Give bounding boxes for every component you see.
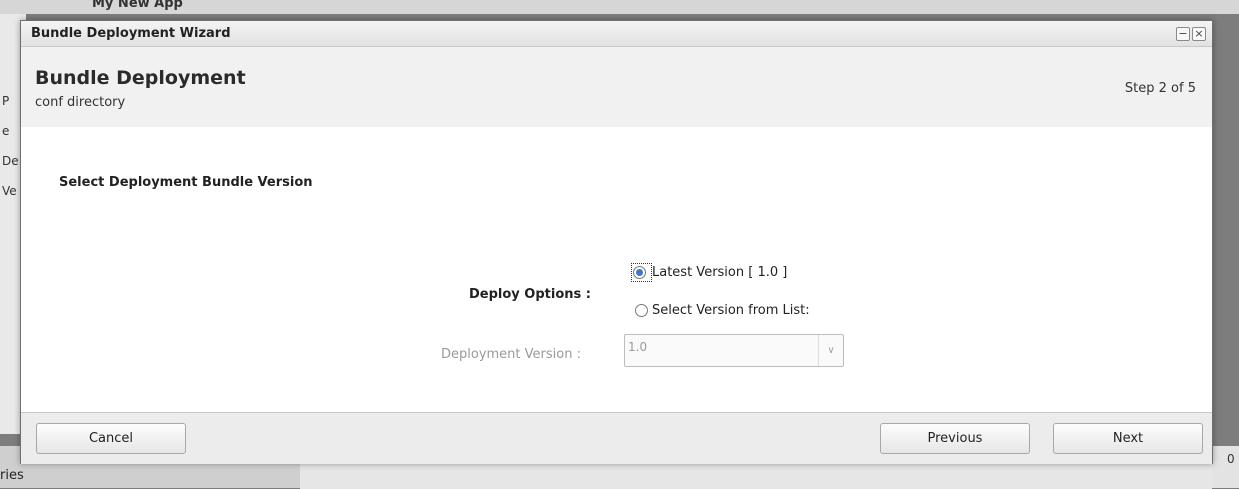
close-icon[interactable]: × [1192, 27, 1206, 41]
deployment-version-label: Deployment Version : [441, 347, 581, 362]
background-right-panel [1212, 446, 1239, 488]
wizard-footer: Cancel Previous Next [21, 412, 1212, 464]
bundle-deployment-wizard-dialog: Bundle Deployment Wizard − × Bundle Depl… [20, 20, 1213, 464]
radio-select-from-list[interactable]: Select Version from List: [635, 303, 810, 318]
background-left-item: De [2, 154, 19, 168]
focus-ring [631, 263, 652, 282]
wizard-header-subtitle: conf directory [35, 95, 126, 110]
background-app-title: My New App [92, 0, 183, 11]
radio-select-from-list-label[interactable]: Select Version from List: [652, 303, 810, 318]
cancel-button[interactable]: Cancel [36, 423, 186, 454]
next-button[interactable]: Next [1053, 423, 1203, 454]
wizard-header-title: Bundle Deployment [35, 67, 246, 89]
radio-latest-version[interactable]: Latest Version [ 1.0 ] [631, 263, 787, 282]
background-right-text: 0 [1227, 452, 1235, 466]
background-app-header: My New App [0, 0, 1239, 14]
deployment-version-select[interactable]: 1.0 ∨ [624, 334, 844, 367]
background-bottom-text: ries [0, 468, 24, 483]
wizard-step-indicator: Step 2 of 5 [1124, 81, 1196, 96]
background-bottom-strip [300, 462, 1212, 489]
section-title: Select Deployment Bundle Version [59, 175, 313, 190]
wizard-header: Bundle Deployment conf directory Step 2 … [21, 47, 1212, 127]
dialog-titlebar[interactable]: Bundle Deployment Wizard − × [21, 21, 1212, 47]
deployment-version-value: 1.0 [628, 340, 648, 354]
dialog-title: Bundle Deployment Wizard [31, 26, 231, 41]
background-left-item: e [2, 124, 10, 138]
deploy-options-label: Deploy Options : [469, 287, 591, 302]
chevron-down-icon[interactable]: ∨ [818, 335, 843, 366]
radio-latest-version-label[interactable]: Latest Version [ 1.0 ] [652, 265, 787, 280]
minimize-icon[interactable]: − [1176, 27, 1190, 41]
background-left-item: Ve [2, 184, 17, 198]
radio-unchecked-icon[interactable] [635, 304, 648, 317]
background-left-item: P [2, 94, 10, 108]
radio-checked-icon[interactable] [633, 266, 646, 279]
previous-button[interactable]: Previous [880, 423, 1030, 454]
